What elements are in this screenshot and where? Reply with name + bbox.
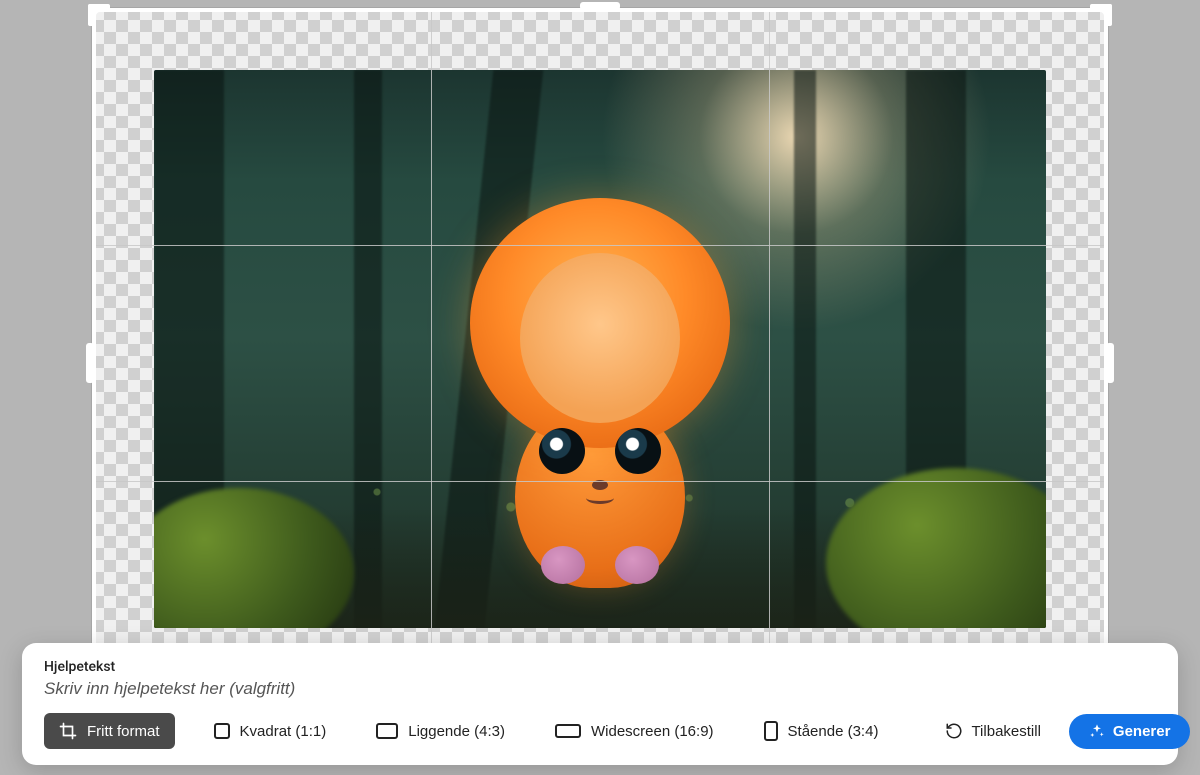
- undo-icon: [945, 722, 963, 740]
- prompt-input[interactable]: [44, 677, 1156, 713]
- grid-line: [431, 8, 432, 718]
- crop-area[interactable]: [92, 8, 1108, 718]
- generate-button[interactable]: Generer: [1069, 714, 1191, 749]
- square-icon: [214, 723, 230, 739]
- aspect-toolbar: Fritt format Kvadrat (1:1) Liggende (4:3…: [44, 713, 1156, 749]
- grid-line: [92, 481, 1108, 482]
- crop-handle-left[interactable]: [86, 343, 94, 383]
- aspect-portrait-label: Stående (3:4): [788, 723, 879, 740]
- reset-label: Tilbakestill: [971, 723, 1040, 740]
- crop-icon: [59, 722, 77, 740]
- crop-handle-right[interactable]: [1106, 343, 1114, 383]
- aspect-landscape-button[interactable]: Liggende (4:3): [365, 716, 516, 747]
- portrait-icon: [764, 721, 778, 741]
- grid-line: [92, 245, 1108, 246]
- crop-handle-top-left[interactable]: [88, 4, 110, 26]
- canvas-image[interactable]: [154, 70, 1046, 628]
- aspect-free-button[interactable]: Fritt format: [44, 713, 175, 749]
- aspect-square-button[interactable]: Kvadrat (1:1): [203, 716, 338, 747]
- landscape-icon: [376, 723, 398, 739]
- reset-button[interactable]: Tilbakestill: [945, 722, 1040, 740]
- sparkle-icon: [1089, 723, 1105, 739]
- generate-label: Generer: [1113, 723, 1171, 740]
- grid-line: [769, 8, 770, 718]
- aspect-free-label: Fritt format: [87, 723, 160, 740]
- aspect-square-label: Kvadrat (1:1): [240, 723, 327, 740]
- prompt-label: Hjelpetekst: [44, 659, 1156, 675]
- widescreen-icon: [555, 724, 581, 738]
- aspect-portrait-button[interactable]: Stående (3:4): [753, 714, 890, 748]
- crop-handle-top[interactable]: [580, 2, 620, 10]
- aspect-widescreen-button[interactable]: Widescreen (16:9): [544, 716, 725, 747]
- prompt-panel: Hjelpetekst Fritt format Kvadrat (1:1) L…: [22, 643, 1178, 765]
- crop-handle-top-right[interactable]: [1090, 4, 1112, 26]
- aspect-widescreen-label: Widescreen (16:9): [591, 723, 714, 740]
- image-subject: [455, 228, 745, 588]
- aspect-landscape-label: Liggende (4:3): [408, 723, 505, 740]
